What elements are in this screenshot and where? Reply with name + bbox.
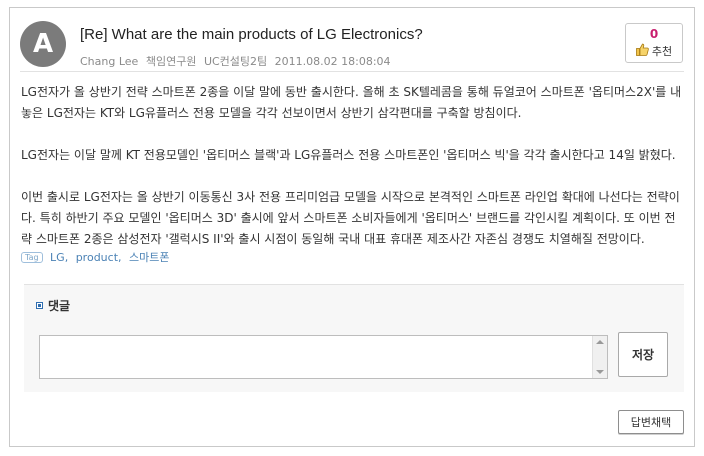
post-title: [Re] What are the main products of LG El…	[80, 26, 423, 43]
author-name[interactable]: Chang Lee	[80, 55, 138, 68]
body-paragraph: LG전자가 올 상반기 전략 스마트폰 2종을 이달 말에 동반 출시한다. 올…	[21, 85, 682, 120]
post-body: LG전자가 올 상반기 전략 스마트폰 2종을 이달 말에 동반 출시한다. 올…	[21, 82, 685, 271]
author-department: UC컨설팅2팀	[203, 55, 268, 68]
tag-list: Tag LG, product, 스마트폰	[21, 249, 170, 265]
save-comment-button[interactable]: 저장	[618, 332, 668, 377]
body-paragraph: LG전자는 이달 말께 KT 전용모델인 '옵티머스 블랙'과 LG유플러스 전…	[21, 148, 676, 162]
scroll-up-arrow-icon[interactable]	[596, 340, 604, 344]
recommend-count: 0	[649, 27, 659, 41]
comment-section: 댓글 저장	[24, 284, 684, 392]
post-datetime: 2011.08.02 18:08:04	[274, 55, 391, 68]
recommend-button[interactable]: 0 추천	[625, 23, 683, 63]
body-paragraph: 이번 출시로 LG전자는 올 상반기 이동통신 3사 전용 프리미엄급 모델을 …	[21, 190, 680, 246]
bullet-icon	[36, 302, 43, 309]
tag-link[interactable]: product	[76, 251, 118, 264]
answer-panel: A [Re] What are the main products of LG …	[9, 7, 695, 447]
author-title: 책임연구원	[145, 55, 197, 68]
recommend-label: 추천	[651, 45, 673, 58]
tag-link[interactable]: 스마트폰	[129, 251, 169, 264]
post-meta: Chang Lee 책임연구원 UC컨설팅2팀 2011.08.02 18:08…	[80, 53, 395, 69]
comment-label: 댓글	[48, 299, 71, 313]
scroll-down-arrow-icon[interactable]	[596, 370, 604, 374]
post-header: A [Re] What are the main products of LG …	[20, 19, 684, 71]
comment-input[interactable]	[40, 336, 593, 378]
comment-heading: 댓글	[36, 297, 70, 314]
tag-link[interactable]: LG	[50, 251, 65, 264]
thumbs-up-icon	[635, 43, 649, 59]
header-divider	[20, 71, 684, 72]
comment-scrollbar[interactable]	[592, 336, 607, 378]
adopt-answer-button[interactable]: 답변채택	[618, 410, 684, 434]
comment-input-wrapper	[39, 335, 608, 379]
tag-icon: Tag	[21, 252, 43, 263]
avatar: A	[20, 21, 66, 67]
